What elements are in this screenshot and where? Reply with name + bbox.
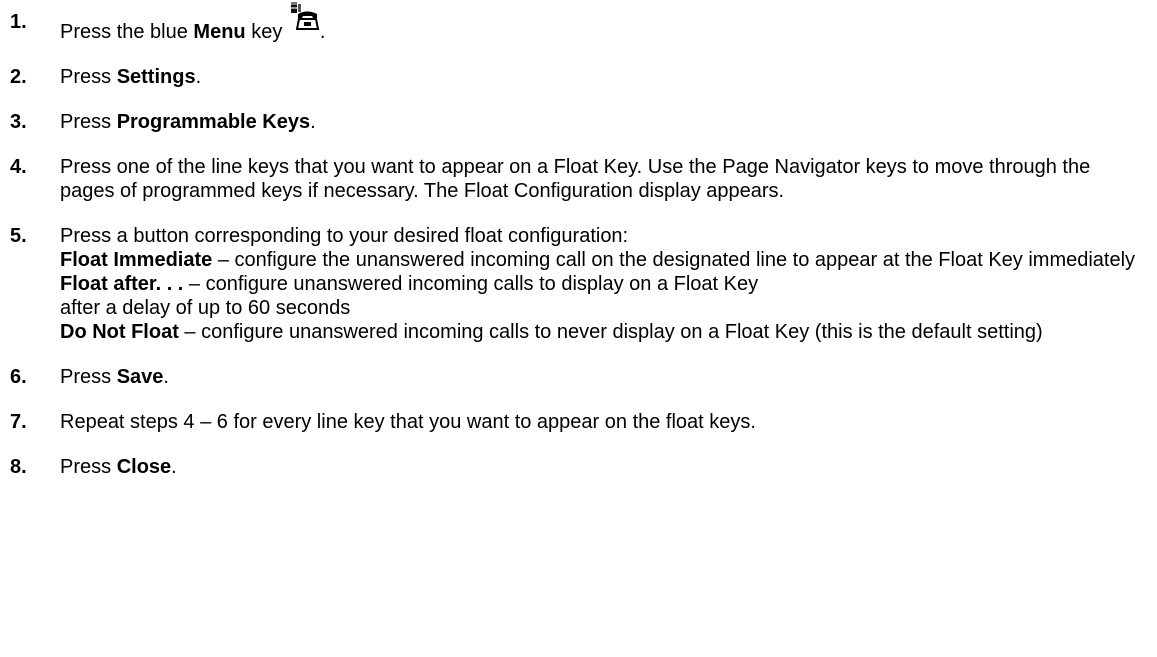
step-text: Press one of the line keys that you want… bbox=[60, 156, 1091, 202]
step-text: . bbox=[163, 366, 169, 388]
step-5: 5. Press a button corresponding to your … bbox=[10, 224, 1150, 344]
close-label: Close bbox=[116, 456, 172, 478]
option-description: – configure unanswered incoming calls to… bbox=[178, 321, 1043, 343]
programmable-keys-label: Programmable Keys bbox=[116, 111, 311, 133]
option-label: Do Not Float bbox=[60, 321, 179, 343]
save-label: Save bbox=[116, 366, 164, 388]
menu-phone-icon bbox=[288, 1, 320, 31]
step-text: . bbox=[195, 66, 202, 88]
step-2: 2. Press Settings. bbox=[10, 65, 1150, 89]
menu-key-label: Menu bbox=[193, 21, 246, 43]
step-text: Press the blue bbox=[60, 21, 194, 43]
option-description: – configure unanswered incoming calls to… bbox=[183, 273, 759, 295]
option-description-cont: after a delay of up to 60 seconds bbox=[60, 297, 351, 319]
step-6: 6. Press Save. bbox=[10, 365, 1150, 389]
option-float-after: Float after. . . – configure unanswered … bbox=[60, 272, 1150, 320]
step-number: 4. bbox=[10, 156, 27, 178]
step-3: 3. Press Programmable Keys. bbox=[10, 110, 1150, 134]
step-number: 3. bbox=[10, 111, 27, 133]
step-number: 5. bbox=[10, 225, 27, 247]
option-label: Float Immediate bbox=[60, 249, 213, 271]
step-text: Press bbox=[60, 111, 117, 133]
step-7: 7. Repeat steps 4 – 6 for every line key… bbox=[10, 410, 1150, 434]
step-text: Press bbox=[60, 456, 117, 478]
step-text: . bbox=[310, 111, 316, 133]
step-text: key bbox=[245, 21, 288, 43]
option-description: – configure the unanswered incoming call… bbox=[212, 249, 1136, 271]
option-label: Float after. . . bbox=[60, 273, 184, 295]
step-number: 7. bbox=[10, 411, 27, 433]
step-text: . bbox=[171, 456, 177, 478]
step-8: 8. Press Close. bbox=[10, 455, 1150, 479]
step-number: 1. bbox=[10, 11, 27, 33]
step-intro: Press a button corresponding to your des… bbox=[60, 225, 629, 247]
step-text: Press bbox=[60, 66, 117, 88]
step-number: 2. bbox=[10, 66, 27, 88]
step-text: Press bbox=[60, 366, 117, 388]
step-text: Repeat steps 4 – 6 for every line key th… bbox=[60, 411, 756, 433]
step-1: 1. Press the blue Menu key . bbox=[10, 2, 1150, 44]
step-number: 8. bbox=[10, 456, 27, 478]
settings-label: Settings bbox=[116, 66, 196, 88]
instruction-list: 1. Press the blue Menu key . 2. Press Se… bbox=[10, 2, 1150, 500]
step-4: 4. Press one of the line keys that you w… bbox=[10, 155, 1150, 203]
step-number: 6. bbox=[10, 366, 27, 388]
step-text: . bbox=[319, 21, 326, 43]
option-float-immediate: Float Immediate – configure the unanswer… bbox=[60, 248, 1150, 272]
option-do-not-float: Do Not Float – configure unanswered inco… bbox=[60, 320, 1150, 344]
